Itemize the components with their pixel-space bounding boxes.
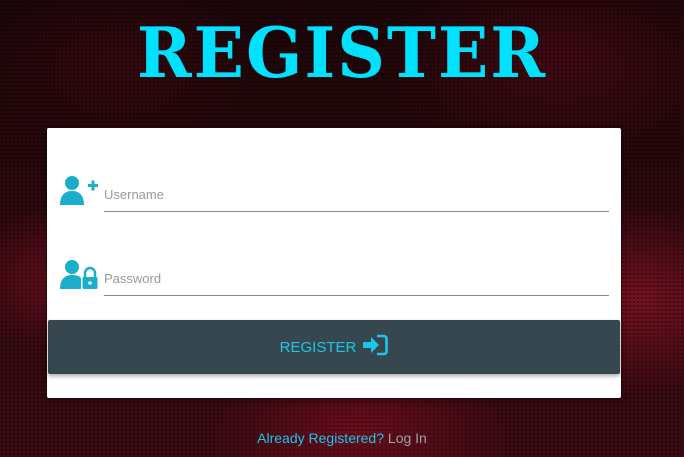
user-plus-icon xyxy=(59,174,99,206)
register-button[interactable]: REGISTER xyxy=(48,320,620,374)
register-button-label: REGISTER xyxy=(279,338,357,356)
register-card: REGISTER xyxy=(47,128,621,398)
username-input[interactable] xyxy=(104,178,609,212)
user-lock-icon xyxy=(59,258,99,290)
username-field-group xyxy=(59,170,609,216)
login-prompt: Already Registered? Log In xyxy=(0,430,684,446)
password-field-group xyxy=(59,254,609,300)
already-registered-text: Already Registered? xyxy=(257,430,385,446)
page-title: REGISTER xyxy=(136,12,548,94)
login-link[interactable]: Log In xyxy=(388,430,427,446)
sign-in-icon xyxy=(362,334,389,360)
password-input[interactable] xyxy=(104,262,609,296)
